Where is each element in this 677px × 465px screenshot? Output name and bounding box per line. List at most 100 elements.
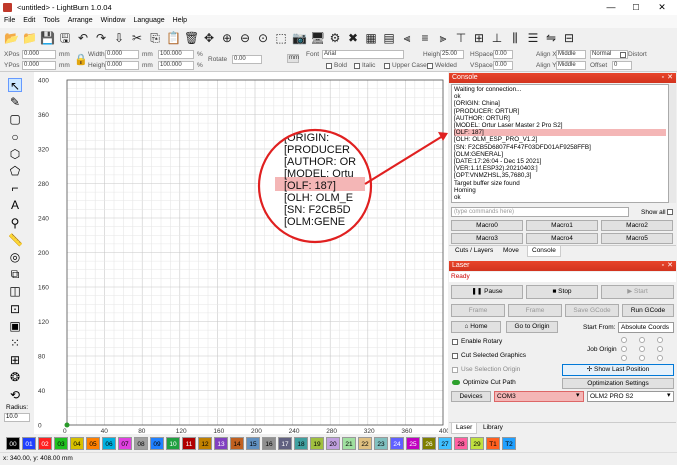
palette-swatch-08[interactable]: 08	[134, 436, 148, 450]
zoom-fit-icon[interactable]: ⊙	[256, 31, 270, 45]
palette-swatch-09[interactable]: 09	[150, 436, 164, 450]
palette-swatch-10[interactable]: 10	[166, 436, 180, 450]
palette-swatch-28[interactable]: 28	[454, 436, 468, 450]
tab-cuts-layers[interactable]: Cuts / Layers	[451, 246, 497, 256]
palette-swatch-27[interactable]: 27	[438, 436, 452, 450]
show-all-checkbox[interactable]	[667, 209, 673, 215]
macro-button-5[interactable]: Macro5	[601, 233, 673, 244]
palette-swatch-00[interactable]: 00	[6, 436, 20, 450]
rotary-icon[interactable]: ⟲	[8, 388, 22, 402]
job-origin-radio[interactable]	[639, 355, 645, 361]
macro-button-0[interactable]: Macro0	[451, 220, 523, 231]
paste-icon[interactable]: 📋	[166, 31, 181, 45]
ellipse-icon[interactable]: ○	[8, 130, 22, 144]
height-field[interactable]: 0.000	[105, 61, 139, 70]
align-top-icon[interactable]: ⊤	[454, 31, 468, 45]
show-last-position-button[interactable]: ✢ Show Last Position	[562, 364, 674, 376]
save-icon[interactable]: 💾	[40, 31, 55, 45]
save-gcode-button[interactable]: Save GCode	[565, 304, 619, 317]
camera-icon[interactable]: 📷	[292, 31, 307, 45]
go-to-origin-button[interactable]: Go to Origin	[506, 321, 558, 333]
use-selection-origin-checkbox[interactable]	[452, 367, 458, 373]
folder-icon[interactable]: 📁	[22, 31, 37, 45]
monitor-icon[interactable]: 🖥	[310, 31, 325, 45]
palette-swatch-01[interactable]: 01	[22, 436, 36, 450]
palette-swatch-24[interactable]: 24	[390, 436, 404, 450]
optimize-toggle[interactable]	[452, 380, 460, 385]
offset-icon[interactable]: ◎	[8, 250, 22, 264]
array-icon[interactable]: ⁙	[8, 336, 22, 350]
select-icon[interactable]: ↖	[8, 78, 22, 93]
menu-window[interactable]: Window	[97, 15, 130, 26]
palette-swatch-15[interactable]: 15	[246, 436, 260, 450]
palette-swatch-18[interactable]: 18	[294, 436, 308, 450]
text-height-field[interactable]: 25.00	[440, 50, 464, 59]
palette-swatch-13[interactable]: 13	[214, 436, 228, 450]
canvas-grid[interactable]: 400360320280240200160120804000 40 80 120 160…	[34, 72, 450, 435]
rectangle-icon[interactable]: ▢	[8, 112, 22, 126]
job-origin-radio[interactable]	[657, 355, 663, 361]
tab-console[interactable]: Console	[527, 246, 561, 257]
palette-swatch-02[interactable]: 02	[38, 436, 52, 450]
maximize-button[interactable]: ☐	[626, 1, 646, 14]
distribute-h-icon[interactable]: ⫼	[508, 31, 522, 45]
run-gcode-button[interactable]: Run GCode	[622, 304, 674, 317]
grid-array-icon[interactable]: ⊞	[8, 353, 22, 367]
welded-checkbox[interactable]	[427, 63, 433, 69]
font-select[interactable]: Arial	[322, 50, 404, 59]
palette-swatch-07[interactable]: 07	[118, 436, 132, 450]
palette-swatch-T1[interactable]: T1	[486, 436, 500, 450]
palette-swatch-29[interactable]: 29	[470, 436, 484, 450]
optimization-settings-button[interactable]: Optimization Settings	[562, 378, 674, 389]
distribute-v-icon[interactable]: ☰	[526, 31, 540, 45]
frame-button[interactable]: Frame	[451, 304, 505, 317]
job-origin-radio[interactable]	[621, 355, 627, 361]
distort-checkbox[interactable]	[620, 52, 626, 58]
settings-icon[interactable]: ⚙	[328, 31, 342, 45]
unit-toggle-button[interactable]: mm	[287, 54, 299, 63]
palette-swatch-25[interactable]: 25	[406, 436, 420, 450]
bold-checkbox[interactable]	[326, 63, 332, 69]
close-button[interactable]: ✕	[652, 1, 672, 14]
measure-icon[interactable]: 📏	[8, 233, 23, 247]
palette-swatch-04[interactable]: 04	[70, 436, 84, 450]
menu-edit[interactable]: Edit	[19, 15, 39, 26]
align-left-icon[interactable]: ⫷	[400, 31, 414, 45]
align-bottom-icon[interactable]: ⊥	[490, 31, 504, 45]
mirror-icon[interactable]: ⇋	[544, 31, 558, 45]
palette-swatch-21[interactable]: 21	[342, 436, 356, 450]
macro-button-4[interactable]: Macro4	[526, 233, 598, 244]
stop-button[interactable]: ■ Stop	[526, 285, 598, 299]
palette-swatch-19[interactable]: 19	[310, 436, 324, 450]
minimize-button[interactable]: —	[601, 1, 621, 14]
close-panel-icon[interactable]: ✕	[667, 73, 673, 83]
command-input[interactable]: (type commands here)	[451, 207, 629, 217]
job-origin-radio[interactable]	[657, 346, 663, 352]
move-icon[interactable]: ✥	[202, 31, 216, 45]
align-middle-icon[interactable]: ⊞	[472, 31, 486, 45]
position-icon[interactable]: ⚲	[8, 216, 22, 230]
folder-open-icon[interactable]: 📂	[4, 31, 19, 45]
tab-laser[interactable]: Laser	[451, 423, 478, 434]
palette-swatch-17[interactable]: 17	[278, 436, 292, 450]
align-right-icon[interactable]: ⫸	[436, 31, 450, 45]
xpos-field[interactable]: 0.000	[22, 50, 56, 59]
float-icon[interactable]: ▫	[662, 73, 664, 83]
zoom-in-icon[interactable]: ⊕	[220, 31, 234, 45]
device-select[interactable]: OLM2 PRO S2	[587, 391, 674, 402]
radius-field[interactable]: 10.0	[4, 413, 30, 422]
align-center-icon[interactable]: ≡	[418, 31, 432, 45]
menu-tools[interactable]: Tools	[39, 15, 63, 26]
palette-swatch-06[interactable]: 06	[102, 436, 116, 450]
edit-nodes-icon[interactable]: ⌐	[8, 181, 22, 195]
frame-icon[interactable]: ⬚	[274, 31, 288, 45]
text-icon[interactable]: A	[8, 198, 22, 212]
boolean-intersect-icon[interactable]: ⊡	[8, 302, 22, 316]
palette-swatch-20[interactable]: 20	[326, 436, 340, 450]
float-icon-2[interactable]: ▫	[662, 261, 664, 271]
palette-swatch-12[interactable]: 12	[198, 436, 212, 450]
scale-width-field[interactable]: 100.000	[158, 50, 194, 59]
enable-rotary-checkbox[interactable]	[452, 339, 458, 345]
boolean-subtract-icon[interactable]: ◫	[8, 284, 22, 298]
palette-swatch-03[interactable]: 03	[54, 436, 68, 450]
